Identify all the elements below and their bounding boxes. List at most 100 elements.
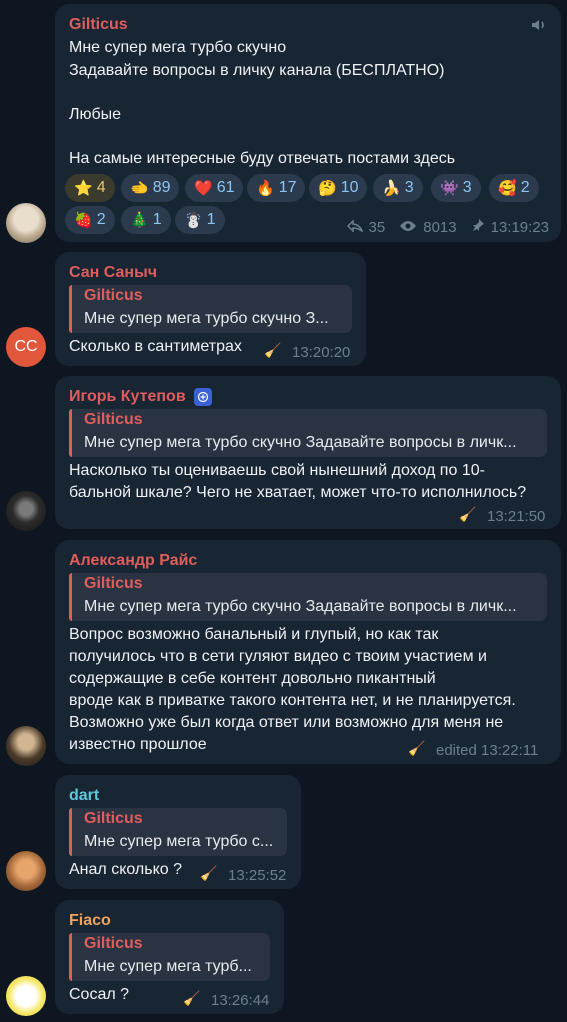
reaction-count: 89: [152, 179, 171, 196]
comment-bubble: Игорь Кутепов Gilticus Мне супер мега ту…: [55, 376, 561, 529]
post-sender[interactable]: Gilticus: [69, 16, 128, 34]
comment-line: Сосал ?: [69, 986, 130, 1003]
post-line-2: Задавайте вопросы в личку канала (БЕСПЛА…: [69, 62, 445, 79]
reaction-heart[interactable]: ❤️ 61: [185, 174, 244, 202]
reaction-count: 2: [96, 211, 106, 228]
reply-quote[interactable]: Gilticus Мне супер мега турбо с...: [69, 808, 287, 856]
comment-bubble: Сан Саныч Gilticus Мне супер мега турбо …: [55, 252, 366, 366]
comment-time: edited 13:22:11: [436, 742, 539, 759]
avatar-initials[interactable]: CC: [6, 327, 46, 367]
pin-icon[interactable]: [471, 218, 485, 236]
comment-line: Сколько в сантиметрах: [69, 338, 242, 355]
volume-icon[interactable]: [531, 18, 547, 32]
reply-quote[interactable]: Gilticus Мне супер мега турбо скучно Зад…: [69, 573, 547, 621]
reply-text: Мне супер мега турбо с...: [84, 833, 274, 850]
reply-text: Мне супер мега турбо скучно Задавайте во…: [84, 598, 517, 615]
reaction-count: 4: [96, 179, 106, 196]
post-footer: 35 8013 13:19:23: [346, 218, 549, 236]
comment-sender[interactable]: dart: [69, 787, 99, 805]
star-icon: ⭐: [74, 180, 93, 197]
reply-name: Gilticus: [84, 575, 143, 592]
reply-name: Gilticus: [84, 287, 143, 304]
comment-line: бальной шкале? Чего не хватает, может чт…: [69, 484, 527, 501]
reaction-star[interactable]: ⭐ 4: [65, 174, 115, 202]
comment-bubble: Александр Райс Gilticus Мне супер мега т…: [55, 540, 561, 764]
comment-time: 13:20:20: [292, 344, 351, 361]
comment-line: вроде как в приватке такого контента нет…: [69, 692, 516, 709]
reaction-count: 61: [216, 179, 235, 196]
comment-bubble: dart Gilticus Мне супер мега турбо с... …: [55, 775, 301, 889]
reaction-hand[interactable]: 🫲 89: [121, 174, 180, 202]
broom-icon: 🧹: [459, 506, 477, 522]
views-count: 8013: [423, 218, 457, 236]
reply-name: Gilticus: [84, 411, 143, 428]
comment-sender[interactable]: Сан Саныч: [69, 264, 157, 282]
post-line-1: Мне супер мега турбо скучно: [69, 39, 287, 56]
post-bubble: Gilticus Мне супер мега турбо скучно Зад…: [55, 4, 561, 242]
avatar-alexander[interactable]: [6, 726, 46, 766]
fire-icon: 🔥: [256, 180, 275, 197]
strawberry-icon: 🍓: [74, 212, 93, 229]
post-line-3: Любые: [69, 106, 122, 123]
reply-name: Gilticus: [84, 935, 143, 952]
avatar-dart[interactable]: [6, 851, 46, 891]
comment-time: 13:21:50: [487, 508, 546, 525]
reaction-count: 3: [404, 179, 414, 196]
broom-icon: 🧹: [183, 990, 201, 1006]
comment-line: Вопрос возможно банальный и глупый, но к…: [69, 626, 439, 643]
christmas-tree-icon: 🎄: [130, 212, 149, 229]
thinking-face-icon: 🤔: [318, 180, 337, 197]
reaction-strawberry[interactable]: 🍓 2: [65, 206, 115, 234]
reaction-banana[interactable]: 🍌 3: [373, 174, 423, 202]
comment-sender[interactable]: Fiaco: [69, 912, 111, 930]
post-line-4: На самые интересные буду отвечать постам…: [69, 150, 456, 167]
comment-line: получилось что в сети гуляют видео с тво…: [69, 648, 487, 665]
comment-bubble: Fiaco Gilticus Мне супер мега турб... Со…: [55, 900, 284, 1014]
reaction-snowman[interactable]: ☃️ 1: [175, 206, 225, 234]
reaction-count: 1: [152, 211, 162, 228]
premium-badge-icon: [194, 388, 212, 406]
banana-icon: 🍌: [382, 180, 401, 197]
comment-line: Насколько ты оцениваешь свой нынешний до…: [69, 462, 485, 479]
reply-text: Мне супер мега турбо скучно Задавайте во…: [84, 434, 517, 451]
avatar-gilticus[interactable]: [6, 203, 46, 243]
reaction-count: 10: [340, 179, 359, 196]
reaction-count: 3: [462, 179, 472, 196]
forwards-count: 35: [368, 218, 386, 236]
avatar-initials-text: CC: [14, 338, 38, 355]
reply-quote[interactable]: Gilticus Мне супер мега турбо скучно З..…: [69, 285, 352, 333]
post-time: 13:19:23: [490, 218, 549, 236]
reaction-fire[interactable]: 🔥 17: [247, 174, 306, 202]
reaction-thinking[interactable]: 🤔 10: [309, 174, 368, 202]
alien-monster-icon: 👾: [440, 180, 459, 197]
comment-sender[interactable]: Игорь Кутепов: [69, 388, 186, 406]
reply-text: Мне супер мега турбо скучно З...: [84, 310, 329, 327]
comment-line: Анал сколько ?: [69, 861, 183, 878]
comment-line: Возможно уже был когда ответ или возможн…: [69, 714, 504, 731]
reaction-count: 17: [278, 179, 297, 196]
reaction-count: 1: [206, 211, 216, 228]
comment-sender[interactable]: Александр Райс: [69, 552, 197, 570]
reaction-count: 2: [520, 179, 530, 196]
reaction-tree[interactable]: 🎄 1: [121, 206, 171, 234]
reply-quote[interactable]: Gilticus Мне супер мега турбо скучно Зад…: [69, 409, 547, 457]
broom-icon: 🧹: [264, 342, 282, 358]
reaction-hearts-face[interactable]: 🥰 2: [489, 174, 539, 202]
avatar-fiaco[interactable]: [6, 976, 46, 1016]
heart-icon: ❤️: [194, 180, 213, 197]
comment-line: содержащие в себе контент довольно пикан…: [69, 670, 436, 687]
broom-icon: 🧹: [200, 865, 218, 881]
smiling-hearts-icon: 🥰: [498, 180, 517, 197]
reply-text: Мне супер мега турб...: [84, 958, 252, 975]
reply-name: Gilticus: [84, 810, 143, 827]
comment-time: 13:26:44: [211, 992, 270, 1009]
comment-time: 13:25:52: [228, 867, 287, 884]
reply-quote[interactable]: Gilticus Мне супер мега турб...: [69, 933, 270, 981]
comment-line: известно прошлое: [69, 736, 207, 753]
forward-icon[interactable]: [346, 218, 364, 236]
snowman-icon: ☃️: [184, 212, 203, 229]
hand-icon: 🫲: [130, 180, 149, 197]
avatar-igor[interactable]: [6, 491, 46, 531]
reaction-alien[interactable]: 👾 3: [431, 174, 481, 202]
broom-icon: 🧹: [408, 740, 426, 756]
